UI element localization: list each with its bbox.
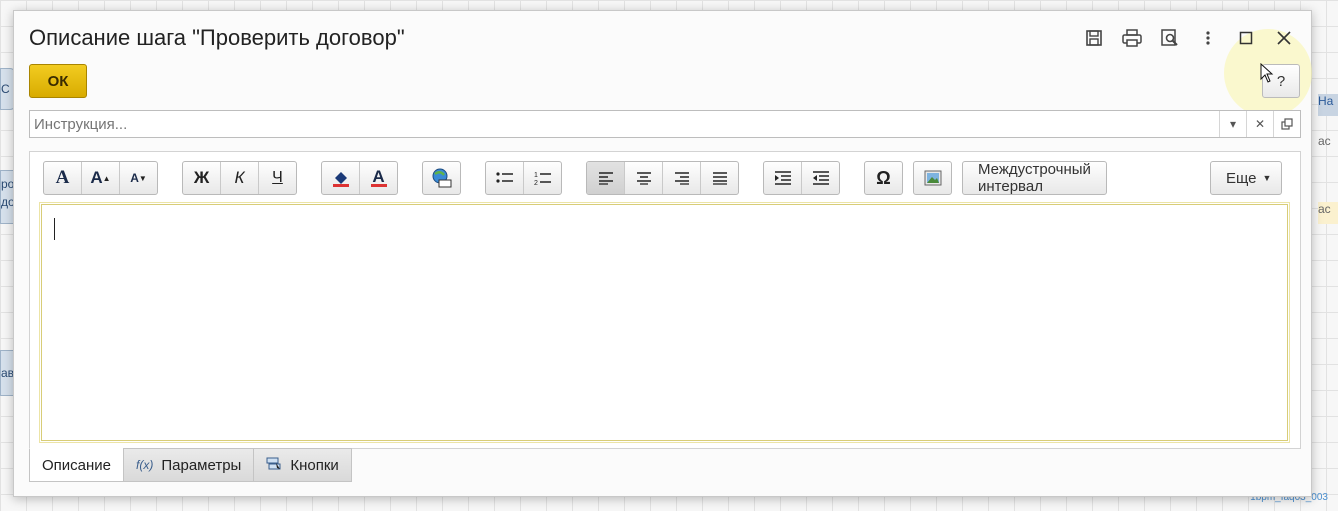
align-justify-icon[interactable] [701,162,738,194]
maximize-icon[interactable] [1227,25,1265,51]
svg-text:2: 2 [534,180,538,186]
mouse-pointer-icon [1260,62,1274,86]
more-icon[interactable] [1189,25,1227,51]
align-left-icon[interactable] [587,162,625,194]
list-group: 12 [485,161,562,195]
function-icon: f(x) [136,458,154,472]
dialog-title: Описание шага "Проверить договор" [29,25,405,50]
tab-parameters[interactable]: f(x) Параметры [123,448,255,482]
link-group [422,161,461,195]
tab-description[interactable]: Описание [29,448,125,482]
tab-label: Описание [42,456,112,474]
shrink-font-button[interactable]: A ▼ [120,162,157,194]
insert-link-icon[interactable] [423,162,460,194]
editor-text-area[interactable] [39,202,1290,443]
open-icon[interactable] [1273,111,1300,137]
dropdown-arrow-icon[interactable]: ▾ [1219,111,1246,137]
formatted-text-editor: A A ▲ A ▼ Ж К Ч A 1 2 Ω Междустрочный ин… [29,151,1301,449]
underline-button[interactable]: Ч [259,162,296,194]
numbered-list-icon[interactable]: 12 [524,162,561,194]
print-icon[interactable] [1113,25,1151,51]
italic-button[interactable]: К [221,162,259,194]
instruction-field: ▾ ✕ [29,110,1301,138]
save-icon[interactable] [1075,25,1113,51]
align-group [586,161,739,195]
title-bar-actions [1075,25,1303,51]
bullet-list-icon[interactable] [486,162,524,194]
font-group: A A ▲ A ▼ [43,161,158,195]
insert-image-icon[interactable] [914,162,951,194]
line-spacing-group: Междустрочный интервал [962,161,1107,195]
background-color-button[interactable] [322,162,360,194]
text-color-button[interactable]: A [360,162,397,194]
tab-label: Параметры [161,456,242,474]
color-group: A [321,161,398,195]
font-button[interactable]: A [44,162,82,194]
indent-group [763,161,840,195]
bg-right-panel: На ас ас [1318,84,1338,234]
line-spacing-button[interactable]: Междустрочный интервал [963,162,1106,194]
align-center-icon[interactable] [625,162,663,194]
indent-increase-icon[interactable] [764,162,802,194]
buttons-icon [266,457,282,474]
tab-label: Кнопки [290,456,339,474]
align-right-icon[interactable] [663,162,701,194]
clear-icon[interactable]: ✕ [1246,111,1273,137]
bg-right-label: На [1318,94,1338,116]
special-char-group: Ω [864,161,903,195]
preview-icon[interactable] [1151,25,1189,51]
image-group [913,161,952,195]
tab-bar: Описание f(x) Параметры Кнопки [29,448,352,482]
bg-right-label: ас [1318,134,1331,148]
style-group: Ж К Ч [182,161,297,195]
indent-decrease-icon[interactable] [802,162,839,194]
tab-buttons[interactable]: Кнопки [253,448,352,482]
close-icon[interactable] [1265,25,1303,51]
grow-font-button[interactable]: A ▲ [82,162,120,194]
ok-button[interactable]: ОК [29,64,87,98]
step-description-dialog: Описание шага "Проверить договор" ОК ? ▾… [13,10,1312,497]
bold-button[interactable]: Ж [183,162,221,194]
instruction-input[interactable] [30,111,1219,137]
special-char-button[interactable]: Ω [865,162,902,194]
more-group: Еще ▼ [1210,161,1283,195]
more-button[interactable]: Еще ▼ [1211,162,1281,194]
text-caret [54,218,55,240]
more-label: Еще [1226,169,1257,187]
svg-text:1: 1 [534,172,538,179]
chevron-down-icon: ▼ [1262,173,1272,183]
bg-right-label: ас [1318,202,1338,224]
